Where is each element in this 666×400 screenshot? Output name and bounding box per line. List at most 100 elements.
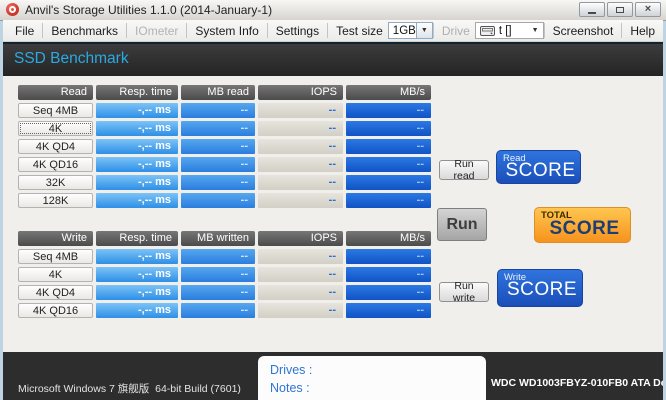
maximize-icon — [616, 7, 624, 13]
menu-item-system-info[interactable]: System Info — [187, 22, 266, 40]
chevron-down-icon: ▼ — [421, 27, 428, 34]
write-row-4k[interactable]: 4K — [18, 267, 93, 282]
mb-written-cell: -- — [181, 285, 255, 300]
title-bar: Anvil's Storage Utilities 1.1.0 (2014-Ja… — [0, 0, 666, 21]
menu-item-benchmarks[interactable]: Benchmarks — [43, 22, 126, 40]
menu-bar: File Benchmarks IOmeter System Info Sett… — [3, 20, 663, 42]
menu-item-settings[interactable]: Settings — [268, 22, 327, 40]
close-icon: × — [645, 4, 651, 15]
run-button[interactable]: Run — [437, 208, 487, 241]
menu-item-screenshot[interactable]: Screenshot — [545, 22, 622, 40]
test-size-value: 1GB — [389, 25, 416, 37]
mbs-header: MB/s — [346, 231, 431, 246]
resp-time-cell: -,-- ms — [96, 157, 178, 172]
read-score-box: Read SCORE — [496, 150, 581, 184]
maximize-button[interactable] — [607, 2, 633, 17]
minimize-button[interactable] — [579, 2, 605, 17]
drive-select[interactable]: t [] ▼ — [475, 22, 544, 39]
menu-item-help[interactable]: Help — [622, 22, 663, 40]
read-row-4k[interactable]: 4K — [18, 121, 93, 136]
mb-read-cell: -- — [181, 139, 255, 154]
mb-read-cell: -- — [181, 121, 255, 136]
mbs-cell: -- — [346, 103, 431, 118]
iops-cell: -- — [258, 193, 343, 208]
run-read-button[interactable]: Run read — [439, 160, 489, 180]
write-row-4kqd16[interactable]: 4K QD16 — [18, 303, 93, 318]
test-size-dropdown-button[interactable]: ▼ — [416, 23, 432, 38]
os-line: Microsoft Windows 7 旗舰版 64-bit Build (76… — [18, 383, 259, 396]
notes-label: Notes : — [270, 379, 486, 397]
resp-time-cell: -,-- ms — [96, 103, 178, 118]
iops-cell: -- — [258, 267, 343, 282]
mbs-cell: -- — [346, 193, 431, 208]
iops-cell: -- — [258, 121, 343, 136]
resp-time-cell: -,-- ms — [96, 249, 178, 264]
page-title: SSD Benchmark — [14, 50, 129, 68]
read-row-seq4mb[interactable]: Seq 4MB — [18, 103, 93, 118]
resp-time-cell: -,-- ms — [96, 193, 178, 208]
window-title: Anvil's Storage Utilities 1.1.0 (2014-Ja… — [25, 3, 272, 17]
read-table: Read Resp. time MB read IOPS MB/s Seq 4M… — [18, 85, 431, 208]
read-header: Read — [18, 85, 93, 100]
mbs-cell: -- — [346, 303, 431, 318]
mbs-cell: -- — [346, 121, 431, 136]
minimize-icon — [588, 12, 596, 14]
drives-label: Drives : — [270, 361, 486, 379]
resp-time-cell: -,-- ms — [96, 303, 178, 318]
mbs-cell: -- — [346, 139, 431, 154]
read-score-value: SCORE — [505, 160, 576, 182]
window-controls: × — [579, 2, 661, 17]
mbs-cell: -- — [346, 249, 431, 264]
mb-read-cell: -- — [181, 103, 255, 118]
mbs-cell: -- — [346, 285, 431, 300]
write-score-value: SCORE — [506, 279, 578, 301]
resp-time-header: Resp. time — [96, 231, 178, 246]
iops-cell: -- — [258, 175, 343, 190]
resp-time-cell: -,-- ms — [96, 139, 178, 154]
mb-read-cell: -- — [181, 157, 255, 172]
read-row-4kqd16[interactable]: 4K QD16 — [18, 157, 93, 172]
write-score-box: Write SCORE — [497, 269, 583, 307]
iops-header: IOPS — [258, 85, 343, 100]
write-table: Write Resp. time MB written IOPS MB/s Se… — [18, 231, 431, 318]
iops-cell: -- — [258, 303, 343, 318]
device-info-block: WDC WD1003FBYZ-010FB0 ATA Device Drive F… — [491, 355, 663, 400]
run-write-button[interactable]: Run write — [439, 282, 489, 302]
benchmark-header: SSD Benchmark WDC WD1003FBYZ-010FB0 ATA … — [3, 42, 663, 76]
read-row-4kqd4[interactable]: 4K QD4 — [18, 139, 93, 154]
test-size-label: Test size — [328, 24, 388, 38]
iops-cell: -- — [258, 139, 343, 154]
read-row-128k[interactable]: 128K — [18, 193, 93, 208]
iops-cell: -- — [258, 285, 343, 300]
write-row-seq4mb[interactable]: Seq 4MB — [18, 249, 93, 264]
mbs-cell: -- — [346, 267, 431, 282]
iops-header: IOPS — [258, 231, 343, 246]
iops-cell: -- — [258, 249, 343, 264]
iops-cell: -- — [258, 157, 343, 172]
mb-read-header: MB read — [181, 85, 255, 100]
mb-written-cell: -- — [181, 267, 255, 282]
close-button[interactable]: × — [635, 2, 661, 17]
mbs-header: MB/s — [346, 85, 431, 100]
mbs-cell: -- — [346, 175, 431, 190]
drive-icon — [480, 26, 495, 36]
test-size-select[interactable]: 1GB ▼ — [388, 22, 433, 39]
mb-written-cell: -- — [181, 303, 255, 318]
device-name: WDC WD1003FBYZ-010FB0 ATA Device — [491, 378, 663, 390]
resp-time-header: Resp. time — [96, 85, 178, 100]
write-row-4kqd4[interactable]: 4K QD4 — [18, 285, 93, 300]
menu-item-file[interactable]: File — [7, 22, 42, 40]
benchmark-panel: Read Resp. time MB read IOPS MB/s Seq 4M… — [3, 76, 663, 352]
drive-label: Drive — [434, 24, 475, 38]
resp-time-cell: -,-- ms — [96, 267, 178, 282]
mbs-cell: -- — [346, 157, 431, 172]
chevron-down-icon: ▼ — [532, 27, 539, 34]
system-info-block: Microsoft Windows 7 旗舰版 64-bit Build (76… — [18, 357, 259, 400]
mb-written-cell: -- — [181, 249, 255, 264]
resp-time-cell: -,-- ms — [96, 175, 178, 190]
app-window: Anvil's Storage Utilities 1.1.0 (2014-Ja… — [0, 0, 666, 400]
drives-notes-panel: Drives : Notes : — [258, 356, 486, 400]
drive-value: t [] — [499, 25, 528, 37]
read-row-32k[interactable]: 32K — [18, 175, 93, 190]
menu-item-iometer: IOmeter — [127, 22, 186, 40]
